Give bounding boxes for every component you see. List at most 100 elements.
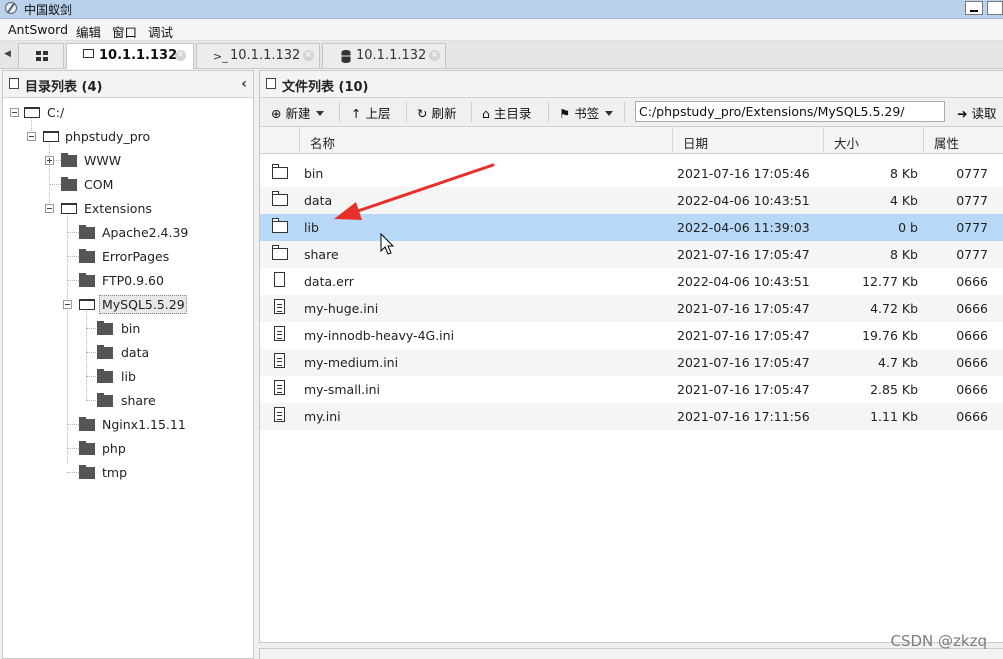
folder-icon [79,441,95,455]
tab-bar: ◀ 10.1.1.132 × >_ 10.1.1.132 × 10.1.1.13… [0,41,1003,69]
tab-home[interactable] [18,43,64,68]
tab-label: 10.1.1.132 [230,48,301,63]
table-row[interactable]: data.err 2022-04-06 10:43:51 12.77 Kb 06… [260,268,1003,295]
tree-node-data[interactable]: data [3,342,243,362]
bookmark-label: 书签 [574,106,600,121]
tree-label: MySQL5.5.29 [102,297,185,312]
tree-node-php[interactable]: php [3,438,243,458]
tree-node-apache[interactable]: Apache2.4.39 [3,222,243,242]
close-icon[interactable]: × [429,50,440,61]
tree-node-extensions[interactable]: Extensions [3,198,243,218]
read-button[interactable]: ➜ 读取 [957,103,996,122]
menu-debug[interactable]: 调试 [148,22,173,41]
table-row[interactable]: my-small.ini 2021-07-16 17:05:47 2.85 Kb… [260,376,1003,403]
app-icon [5,2,17,14]
folder-icon [79,249,95,263]
home-label: 主目录 [493,106,532,121]
name-column-header[interactable]: 名称 [300,127,673,153]
column-label: 日期 [683,136,709,151]
file-toolbar: ⊕ 新建 ↑ 上层 ↻ 刷新 ⌂ 主目录 ⚑ 书签 ➜ 读取 [260,98,1003,127]
table-row[interactable]: bin 2021-07-16 17:05:46 8 Kb 0777 [260,160,1003,187]
tree-node-tmp[interactable]: tmp [3,462,243,482]
up-button[interactable]: ↑ 上层 [351,103,390,122]
tree-node-com[interactable]: COM [3,174,243,194]
file-name: lib [304,220,319,235]
toolbar-divider [339,102,340,122]
tab-terminal[interactable]: >_ 10.1.1.132 × [196,43,320,68]
tree-node-nginx[interactable]: Nginx1.15.11 [3,414,243,434]
collapse-toggle-icon[interactable] [27,132,36,141]
file-name: share [304,247,339,262]
read-label: 读取 [971,106,997,121]
tree-node-phpstudy-pro[interactable]: phpstudy_pro [3,126,243,146]
folder-icon [79,465,95,479]
tree-node-www[interactable]: WWW [3,150,243,170]
text-file-icon [274,299,285,314]
tree-node-mysql[interactable]: MySQL5.5.29 [3,294,243,314]
folder-icon [97,393,113,407]
size-column-header[interactable]: 大小 [824,127,924,153]
file-date: 2021-07-16 17:05:47 [677,382,810,397]
directory-panel: 目录列表 (4) ‹ C:/ phpstudy_pro WWW COM Exte… [2,70,254,659]
file-attr: 0666 [956,409,988,424]
file-size: 4 Kb [889,193,918,208]
tab-database[interactable]: 10.1.1.132 × [322,43,446,68]
collapse-toggle-icon[interactable] [45,204,54,213]
tree-node-bin[interactable]: bin [3,318,243,338]
menu-edit[interactable]: 编辑 [76,22,101,41]
menu-antsword[interactable]: AntSword [8,22,68,37]
table-row[interactable]: my-medium.ini 2021-07-16 17:05:47 4.7 Kb… [260,349,1003,376]
tree-node-errorpages[interactable]: ErrorPages [3,246,243,266]
bookmark-button[interactable]: ⚑ 书签 [559,103,614,122]
refresh-icon: ↻ [417,106,428,121]
up-label: 上层 [365,106,391,121]
grid-icon [36,51,48,61]
file-size: 1.11 Kb [870,409,918,424]
tab-file-manager[interactable]: 10.1.1.132 × [66,43,194,69]
file-size: 4.7 Kb [878,355,918,370]
tree-node-ftp[interactable]: FTP0.9.60 [3,270,243,290]
file-panel-title: 文件列表 (10) [282,80,369,95]
home-button[interactable]: ⌂ 主目录 [482,103,531,122]
directory-panel-header: 目录列表 (4) ‹ [3,71,253,98]
table-row[interactable]: data 2022-04-06 10:43:51 4 Kb 0777 [260,187,1003,214]
date-column-header[interactable]: 日期 [673,127,824,153]
collapse-toggle-icon[interactable] [63,300,72,309]
folder-open-icon [61,203,77,214]
collapse-toggle-icon[interactable] [10,108,19,117]
close-icon[interactable]: × [175,50,186,61]
folder-icon [272,164,288,179]
menu-bar: AntSword 编辑 窗口 调试 [0,19,1003,41]
text-file-icon [274,407,285,422]
folder-icon [83,49,94,58]
folder-icon [272,191,288,206]
tree-node-lib[interactable]: lib [3,366,243,386]
table-row-selected[interactable]: lib 2022-04-06 11:39:03 0 b 0777 [260,214,1003,241]
collapse-panel-icon[interactable]: ‹ [241,76,247,92]
maximize-button[interactable] [987,1,1003,15]
new-button[interactable]: ⊕ 新建 [271,103,325,122]
attr-column-header[interactable]: 属性 [924,127,1003,153]
table-row[interactable]: my-innodb-heavy-4G.ini 2021-07-16 17:05:… [260,322,1003,349]
path-input[interactable] [635,101,945,122]
file-name: my-small.ini [304,382,381,397]
table-row[interactable]: my-huge.ini 2021-07-16 17:05:47 4.72 Kb … [260,295,1003,322]
folder-icon [97,345,113,359]
menu-window[interactable]: 窗口 [112,22,137,41]
tree-label: C:/ [47,105,65,120]
table-row[interactable]: share 2021-07-16 17:05:47 8 Kb 0777 [260,241,1003,268]
refresh-button[interactable]: ↻ 刷新 [417,103,456,122]
tree-label: COM [84,177,114,192]
file-attr: 0666 [956,301,988,316]
tree-label: ErrorPages [102,249,170,264]
tree-node-root[interactable]: C:/ [3,102,243,122]
close-icon[interactable]: × [303,50,314,61]
window-title: 中国蚁剑 [24,3,73,17]
tree-node-share[interactable]: share [3,390,243,410]
tab-scroll-left-icon[interactable]: ◀ [4,49,11,59]
expand-toggle-icon[interactable] [45,156,54,165]
table-row[interactable]: my.ini 2021-07-16 17:11:56 1.11 Kb 0666 [260,403,1003,430]
column-label: 名称 [310,136,336,151]
minimize-button[interactable] [965,1,983,15]
folder-icon [79,273,95,287]
